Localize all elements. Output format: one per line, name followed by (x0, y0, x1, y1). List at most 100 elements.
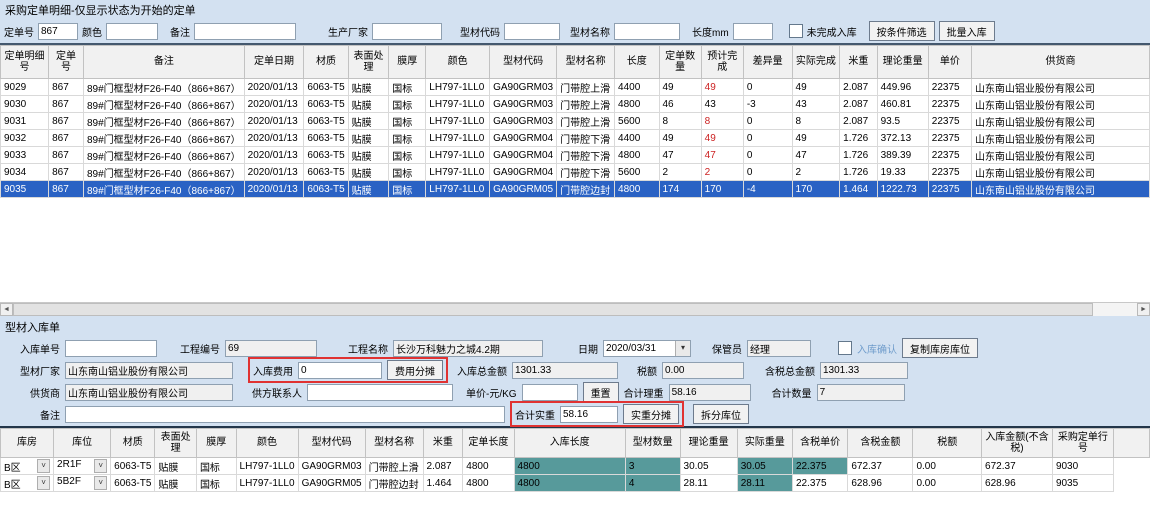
column-header[interactable]: 定单明细号 (1, 46, 49, 79)
cell[interactable]: 6063-T5 (304, 181, 348, 198)
reset-button[interactable]: 重置 (583, 382, 619, 402)
cell[interactable]: 460.81 (877, 96, 928, 113)
cell[interactable]: ˅B区 (1, 475, 54, 492)
filter-by-condition-button[interactable]: 按条件筛选 (869, 21, 935, 41)
project-name-input[interactable] (393, 340, 543, 357)
cell[interactable]: 867 (49, 79, 84, 96)
cell[interactable]: 贴膜 (155, 458, 197, 475)
cell[interactable]: 867 (49, 130, 84, 147)
cell[interactable]: 2.087 (840, 96, 877, 113)
factory-input[interactable] (65, 362, 233, 379)
cell[interactable]: 贴膜 (348, 113, 389, 130)
cell[interactable]: 1.464 (423, 475, 463, 492)
cell[interactable]: 山东南山铝业股份有限公司 (971, 113, 1149, 130)
cell[interactable]: 89#门框型材F26-F40（866+867） (83, 113, 244, 130)
cell[interactable]: 8 (659, 113, 701, 130)
total-amount-input[interactable] (512, 362, 618, 379)
cell[interactable]: 4 (625, 475, 680, 492)
cell[interactable]: 9029 (1, 79, 49, 96)
date-picker[interactable]: 2020/03/31 ▾ (603, 340, 691, 357)
cell[interactable]: 2.087 (840, 79, 877, 96)
cell[interactable]: 1.726 (840, 130, 877, 147)
table-row[interactable]: 903286789#门框型材F26-F40（866+867）2020/01/13… (1, 130, 1150, 147)
cell[interactable]: 门带腔上滑 (557, 96, 615, 113)
cell[interactable]: 6063-T5 (111, 475, 155, 492)
cell[interactable]: 49 (792, 79, 840, 96)
cell[interactable]: 89#门框型材F26-F40（866+867） (83, 79, 244, 96)
cell[interactable]: 2.087 (423, 458, 463, 475)
cell[interactable]: GA90GRM05 (298, 475, 365, 492)
cell[interactable]: 49 (659, 79, 701, 96)
column-header[interactable]: 采购定单行号 (1052, 429, 1113, 458)
cell[interactable]: 4800 (615, 96, 659, 113)
cell[interactable]: 22375 (928, 130, 971, 147)
cell[interactable]: 9030 (1, 96, 49, 113)
split-location-button[interactable]: 拆分库位 (693, 404, 749, 424)
cell[interactable]: 山东南山铝业股份有限公司 (971, 147, 1149, 164)
cell[interactable]: LH797-1LL0 (426, 130, 490, 147)
column-header[interactable]: 材质 (111, 429, 155, 458)
cell[interactable]: 49 (659, 130, 701, 147)
cell[interactable]: 门带腔下滑 (557, 147, 615, 164)
cell[interactable]: LH797-1LL0 (426, 113, 490, 130)
cell[interactable]: 89#门框型材F26-F40（866+867） (83, 181, 244, 198)
column-header[interactable]: 定单数量 (659, 46, 701, 79)
column-header[interactable]: 预计完成 (701, 46, 743, 79)
cell[interactable]: 0.00 (913, 458, 982, 475)
cell[interactable]: 170 (792, 181, 840, 198)
column-header[interactable]: 膜厚 (389, 46, 426, 79)
cell[interactable]: 4400 (615, 130, 659, 147)
column-header[interactable]: 型材名称 (365, 429, 423, 458)
keeper-input[interactable] (747, 340, 811, 357)
column-header[interactable]: 定单长度 (463, 429, 514, 458)
table-row[interactable]: 903586789#门框型材F26-F40（866+867）2020/01/13… (1, 181, 1150, 198)
cell[interactable]: 国标 (389, 96, 426, 113)
cell[interactable]: 9031 (1, 113, 49, 130)
cell[interactable]: 贴膜 (348, 79, 389, 96)
actual-weight-share-button[interactable]: 实重分摊 (623, 404, 679, 424)
column-header[interactable]: 表面处理 (155, 429, 197, 458)
combo-dropdown-icon[interactable]: ˅ (94, 459, 107, 473)
cell[interactable]: 国标 (389, 113, 426, 130)
cell[interactable]: 4800 (514, 458, 625, 475)
combo-dropdown-icon[interactable]: ˅ (37, 476, 50, 490)
cell[interactable]: 门带腔下滑 (557, 130, 615, 147)
column-header[interactable]: 差异量 (743, 46, 792, 79)
cell[interactable]: 89#门框型材F26-F40（866+867） (83, 147, 244, 164)
cell[interactable]: 389.39 (877, 147, 928, 164)
table-row[interactable]: ˅B区˅2R1F6063-T5贴膜国标LH797-1LL0GA90GRM03门带… (1, 458, 1150, 475)
remark-input[interactable] (65, 406, 505, 423)
filter-profile-code-input[interactable] (504, 23, 560, 40)
column-header[interactable]: 型材名称 (557, 46, 615, 79)
table-row[interactable]: ˅B区˅5B2F6063-T5贴膜国标LH797-1LL0GA90GRM05门带… (1, 475, 1150, 492)
cell[interactable]: LH797-1LL0 (236, 475, 298, 492)
cell[interactable]: 0 (743, 113, 792, 130)
calendar-dropdown-icon[interactable]: ▾ (675, 341, 690, 356)
cell[interactable]: 49 (701, 79, 743, 96)
column-header[interactable]: 长度 (615, 46, 659, 79)
cell[interactable]: 国标 (196, 475, 236, 492)
cell[interactable]: 89#门框型材F26-F40（866+867） (83, 130, 244, 147)
cell[interactable]: 2020/01/13 (244, 113, 304, 130)
cell[interactable]: 2020/01/13 (244, 147, 304, 164)
cell[interactable]: 国标 (389, 181, 426, 198)
cell[interactable]: 8 (792, 113, 840, 130)
cell[interactable]: 46 (659, 96, 701, 113)
cell[interactable]: 门带腔下滑 (557, 164, 615, 181)
cell[interactable]: 1222.73 (877, 181, 928, 198)
cell[interactable]: LH797-1LL0 (426, 181, 490, 198)
cell[interactable]: 2020/01/13 (244, 164, 304, 181)
cell[interactable]: 山东南山铝业股份有限公司 (971, 96, 1149, 113)
unfinished-inbound-checkbox[interactable] (789, 24, 803, 38)
cell[interactable]: GA90GRM04 (490, 130, 557, 147)
cell[interactable]: 1.726 (840, 147, 877, 164)
cell[interactable]: GA90GRM03 (490, 79, 557, 96)
cell[interactable]: GA90GRM04 (490, 147, 557, 164)
column-header[interactable]: 供货商 (971, 46, 1149, 79)
cell[interactable]: 6063-T5 (304, 79, 348, 96)
cell[interactable]: 5600 (615, 113, 659, 130)
batch-inbound-button[interactable]: 批量入库 (939, 21, 995, 41)
cell[interactable]: 2020/01/13 (244, 130, 304, 147)
cell[interactable]: 22375 (928, 96, 971, 113)
cell[interactable]: GA90GRM03 (490, 96, 557, 113)
